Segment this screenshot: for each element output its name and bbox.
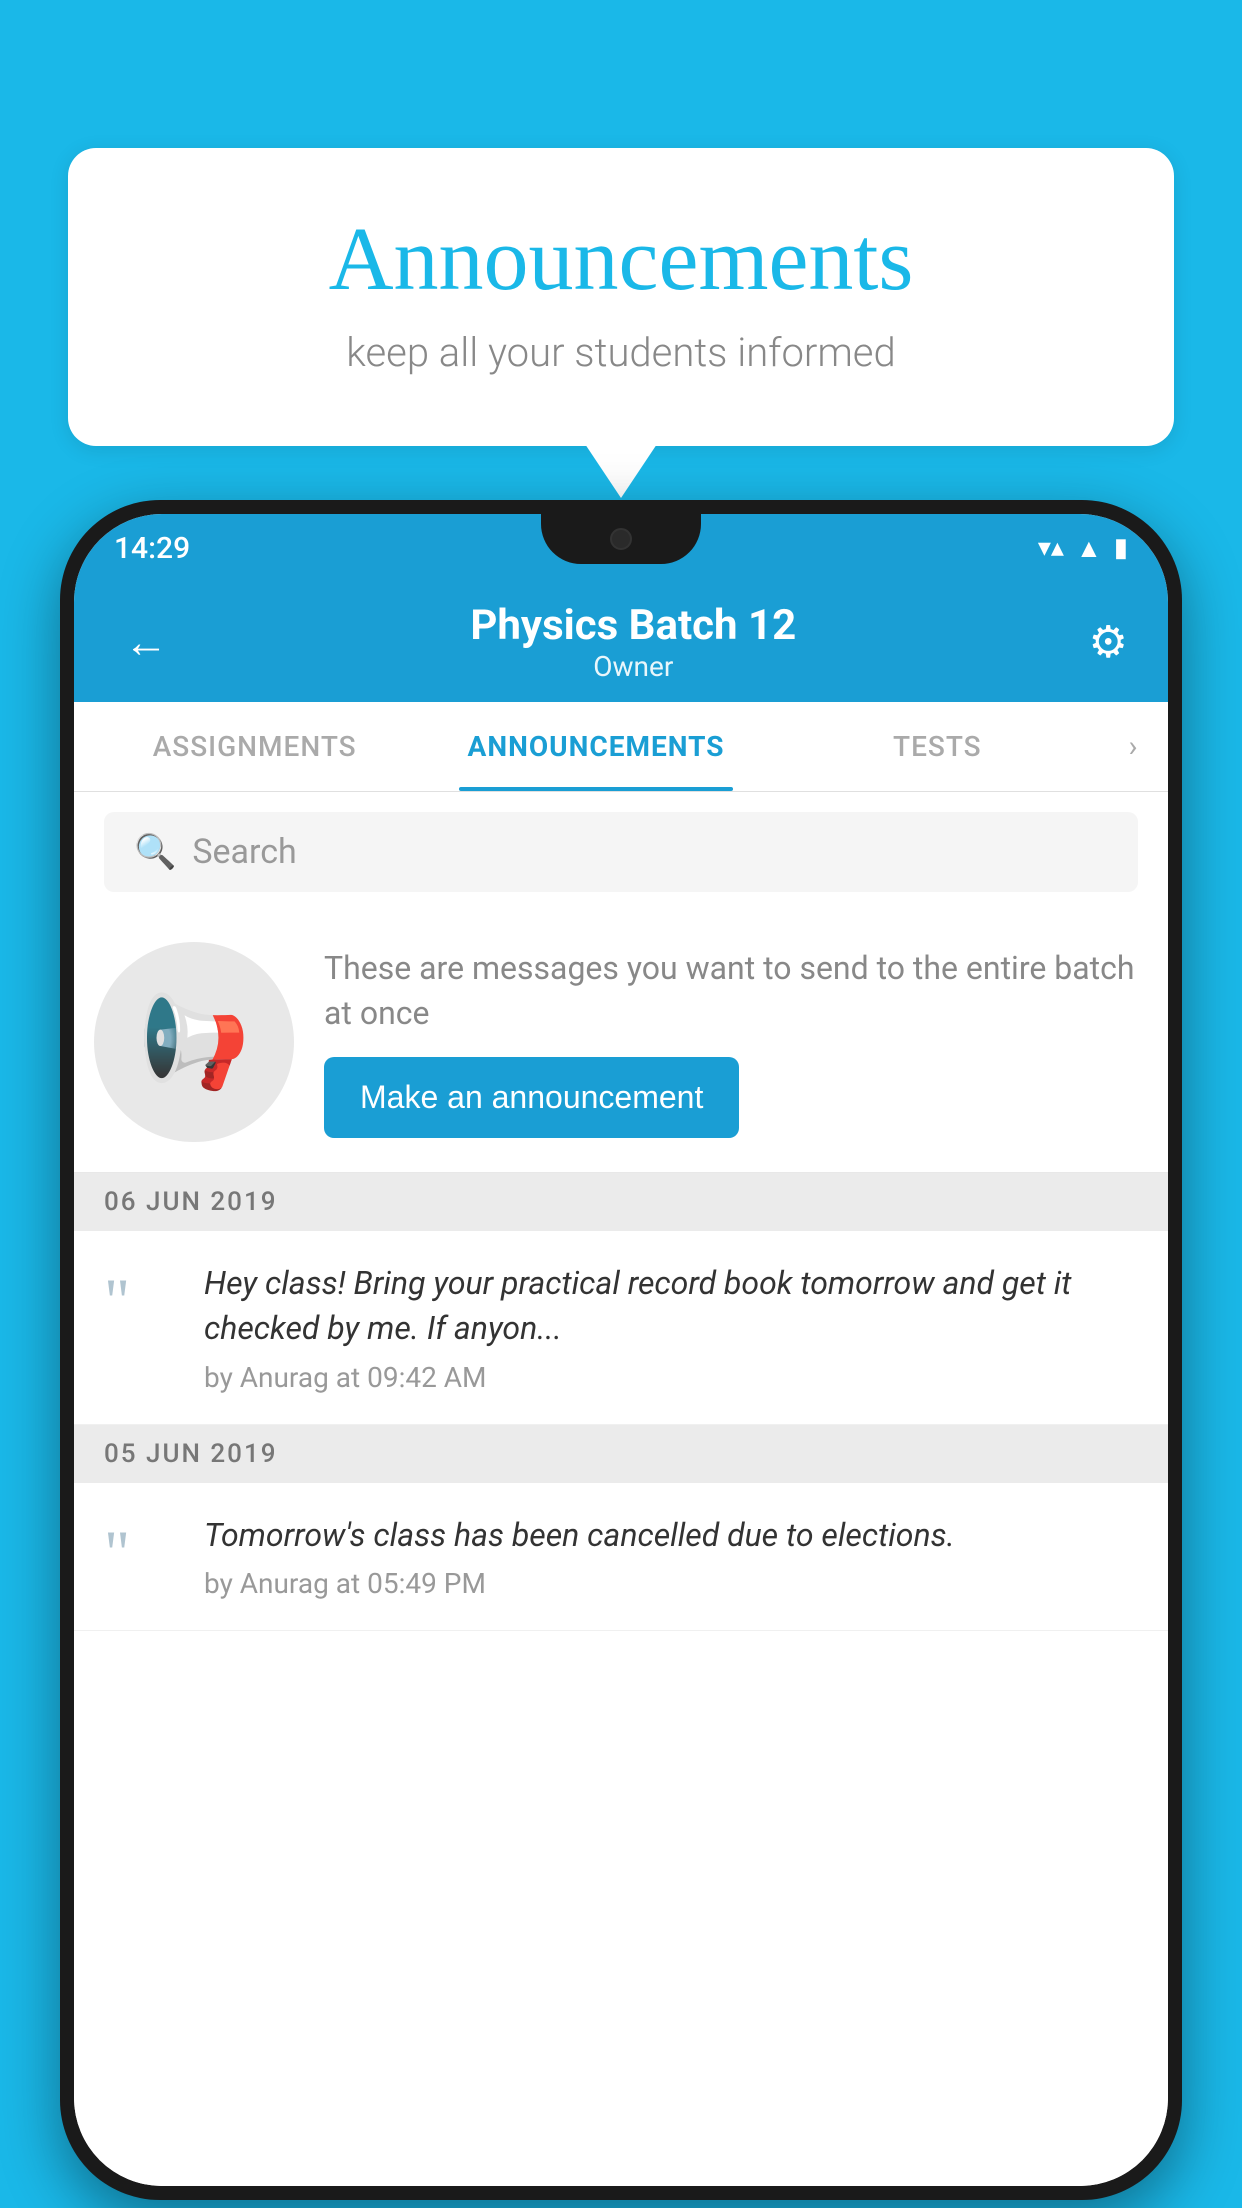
status-time: 14:29: [114, 531, 190, 566]
date-separator-1: 06 JUN 2019: [74, 1173, 1168, 1231]
battery-icon: ▮: [1114, 533, 1128, 563]
quote-icon-2: ": [104, 1513, 184, 1585]
app-bar-title-group: Physics Batch 12 Owner: [470, 601, 796, 683]
announcement-author-1: by Anurag at 09:42 AM: [204, 1361, 1138, 1394]
tab-announcements[interactable]: ANNOUNCEMENTS: [425, 702, 766, 791]
announcement-content-1: Hey class! Bring your practical record b…: [204, 1261, 1138, 1394]
wifi-icon: ▾▴: [1038, 533, 1064, 563]
settings-icon[interactable]: ⚙: [1089, 616, 1128, 668]
promo-description: These are messages you want to send to t…: [324, 946, 1138, 1036]
search-bar[interactable]: 🔍 Search: [104, 812, 1138, 892]
megaphone-circle: 📢: [94, 942, 294, 1142]
speech-bubble: Announcements keep all your students inf…: [68, 148, 1174, 446]
announcement-text-1: Hey class! Bring your practical record b…: [204, 1261, 1138, 1351]
app-bar-subtitle: Owner: [470, 650, 796, 683]
tab-tests[interactable]: TESTS: [767, 702, 1108, 791]
phone-inner: 14:29 ▾▴ ▲ ▮ ← Physics Batch 12 Owner ⚙: [74, 514, 1168, 2186]
tabs-bar: ASSIGNMENTS ANNOUNCEMENTS TESTS ›: [74, 702, 1168, 792]
announcement-text-2: Tomorrow's class has been cancelled due …: [204, 1513, 1138, 1558]
make-announcement-button[interactable]: Make an announcement: [324, 1057, 739, 1138]
date-separator-2: 05 JUN 2019: [74, 1425, 1168, 1483]
status-icons: ▾▴ ▲ ▮: [1038, 533, 1128, 564]
notch: [541, 514, 701, 564]
bubble-title: Announcements: [108, 208, 1134, 311]
camera-dot: [610, 528, 632, 550]
promo-right: These are messages you want to send to t…: [324, 946, 1138, 1139]
speech-bubble-container: Announcements keep all your students inf…: [68, 148, 1174, 446]
quote-icon-1: ": [104, 1261, 184, 1333]
back-button[interactable]: ←: [114, 606, 178, 678]
search-icon: 🔍: [134, 832, 176, 872]
search-placeholder-text: Search: [192, 832, 296, 872]
app-bar: ← Physics Batch 12 Owner ⚙: [74, 582, 1168, 702]
status-bar: 14:29 ▾▴ ▲ ▮: [74, 514, 1168, 582]
bubble-subtitle: keep all your students informed: [108, 329, 1134, 376]
tab-more[interactable]: ›: [1108, 729, 1158, 764]
app-bar-title: Physics Batch 12: [470, 601, 796, 650]
signal-icon: ▲: [1076, 533, 1102, 564]
announcement-item-2: " Tomorrow's class has been cancelled du…: [74, 1483, 1168, 1632]
megaphone-icon: 📢: [138, 990, 250, 1095]
announcement-author-2: by Anurag at 05:49 PM: [204, 1567, 1138, 1600]
announcement-content-2: Tomorrow's class has been cancelled due …: [204, 1513, 1138, 1601]
phone-frame: 14:29 ▾▴ ▲ ▮ ← Physics Batch 12 Owner ⚙: [60, 500, 1182, 2200]
announcement-promo: 📢 These are messages you want to send to…: [74, 912, 1168, 1173]
tab-assignments[interactable]: ASSIGNMENTS: [84, 702, 425, 791]
content-area: 🔍 Search 📢 These are messages you want t…: [74, 792, 1168, 2186]
announcement-item-1: " Hey class! Bring your practical record…: [74, 1231, 1168, 1425]
